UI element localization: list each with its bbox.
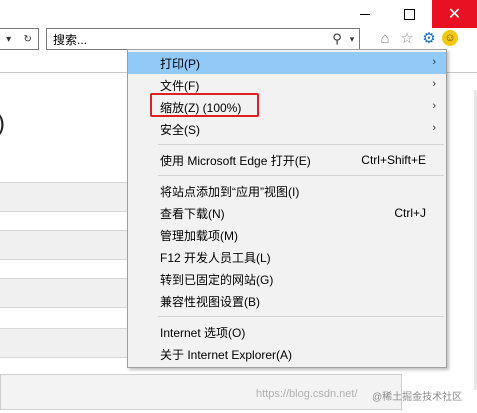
menu-separator [158, 175, 444, 176]
maximize-button[interactable] [387, 0, 432, 28]
search-box[interactable]: 搜索... ⚲ ▾ [46, 28, 360, 50]
menu-item[interactable]: 打印(P) › [128, 52, 446, 74]
minimize-icon [359, 13, 370, 15]
submenu-arrow-icon: › [432, 78, 436, 90]
menu-item-shortcut: Ctrl+Shift+E [361, 153, 426, 167]
submenu-arrow-icon: › [432, 122, 436, 134]
refresh-icon[interactable]: ↻ [23, 34, 31, 45]
menu-item-label: 查看下载(N) [160, 206, 225, 221]
close-button[interactable]: ✕ [432, 0, 477, 28]
address-bar-row: ▾ ↻ 搜索... ⚲ ▾ ⌂ ☆ ⚙ ☺ [0, 28, 477, 50]
menu-item[interactable]: 管理加载项(M) [128, 224, 446, 246]
menu-separator [158, 316, 444, 317]
menu-item[interactable]: 安全(S) › [128, 118, 446, 140]
menu-item[interactable]: 兼容性视图设置(B) [128, 290, 446, 312]
menu-item-label: 使用 Microsoft Edge 打开(E) [160, 153, 311, 168]
menu-item[interactable]: Internet 选项(O) [128, 321, 446, 343]
address-dropdown-icon[interactable]: ▾ [6, 34, 11, 45]
menu-item-label: 管理加载项(M) [160, 228, 238, 243]
search-input[interactable]: 搜索... [47, 31, 329, 48]
address-controls: ▾ ↻ [0, 28, 39, 50]
feedback-smiley-icon[interactable]: ☺ [442, 30, 458, 46]
menu-item[interactable]: 关于 Internet Explorer(A) [128, 343, 446, 365]
menu-item[interactable]: 转到已固定的网站(G) [128, 268, 446, 290]
menu-separator [158, 144, 444, 145]
menu-item-label: 打印(P) [160, 56, 200, 71]
window-caption-buttons: ✕ [342, 0, 477, 28]
menu-item-label: 兼容性视图设置(B) [160, 294, 260, 309]
close-icon: ✕ [447, 4, 462, 23]
menu-item[interactable]: 查看下载(N) Ctrl+J [128, 202, 446, 224]
menu-item-label: Internet 选项(O) [160, 325, 246, 340]
toolbar-icons: ⌂ ☆ ⚙ ☺ [376, 28, 458, 48]
menu-item-shortcut: Ctrl+J [394, 206, 426, 220]
menu-item-label: 文件(F) [160, 78, 200, 93]
page-gray-bar [0, 182, 130, 212]
minimize-button[interactable] [342, 0, 387, 28]
menu-item-label: 将站点添加到“应用”视图(I) [160, 184, 300, 199]
gear-icon[interactable]: ⚙ [420, 29, 438, 47]
menu-item-label: 关于 Internet Explorer(A) [160, 347, 293, 362]
menu-item[interactable]: 将站点添加到“应用”视图(I) [128, 180, 446, 202]
watermark-badge: @稀土掘金技术社区 [372, 392, 463, 403]
menu-item-label: 转到已固定的网站(G) [160, 272, 274, 287]
submenu-arrow-icon: › [432, 100, 436, 112]
watermark-url: https://blog.csdn.net/ [256, 388, 358, 400]
submenu-arrow-icon: › [432, 56, 436, 68]
favorites-star-icon[interactable]: ☆ [398, 29, 416, 47]
partial-text: ) [0, 110, 5, 138]
search-icon[interactable]: ⚲ [329, 31, 345, 47]
zoom-highlight-annotation [150, 93, 259, 117]
home-icon[interactable]: ⌂ [376, 29, 394, 47]
menu-item[interactable]: F12 开发人员工具(L) [128, 246, 446, 268]
menu-item-label: F12 开发人员工具(L) [160, 250, 271, 265]
menu-item[interactable]: 使用 Microsoft Edge 打开(E) Ctrl+Shift+E [128, 149, 446, 171]
menu-item-label: 安全(S) [160, 122, 200, 137]
page-gray-bar [0, 328, 130, 358]
maximize-icon [404, 8, 415, 20]
page-gray-bar [0, 278, 130, 308]
search-dropdown-icon[interactable]: ▾ [345, 34, 359, 45]
page-gray-bar [0, 230, 130, 260]
